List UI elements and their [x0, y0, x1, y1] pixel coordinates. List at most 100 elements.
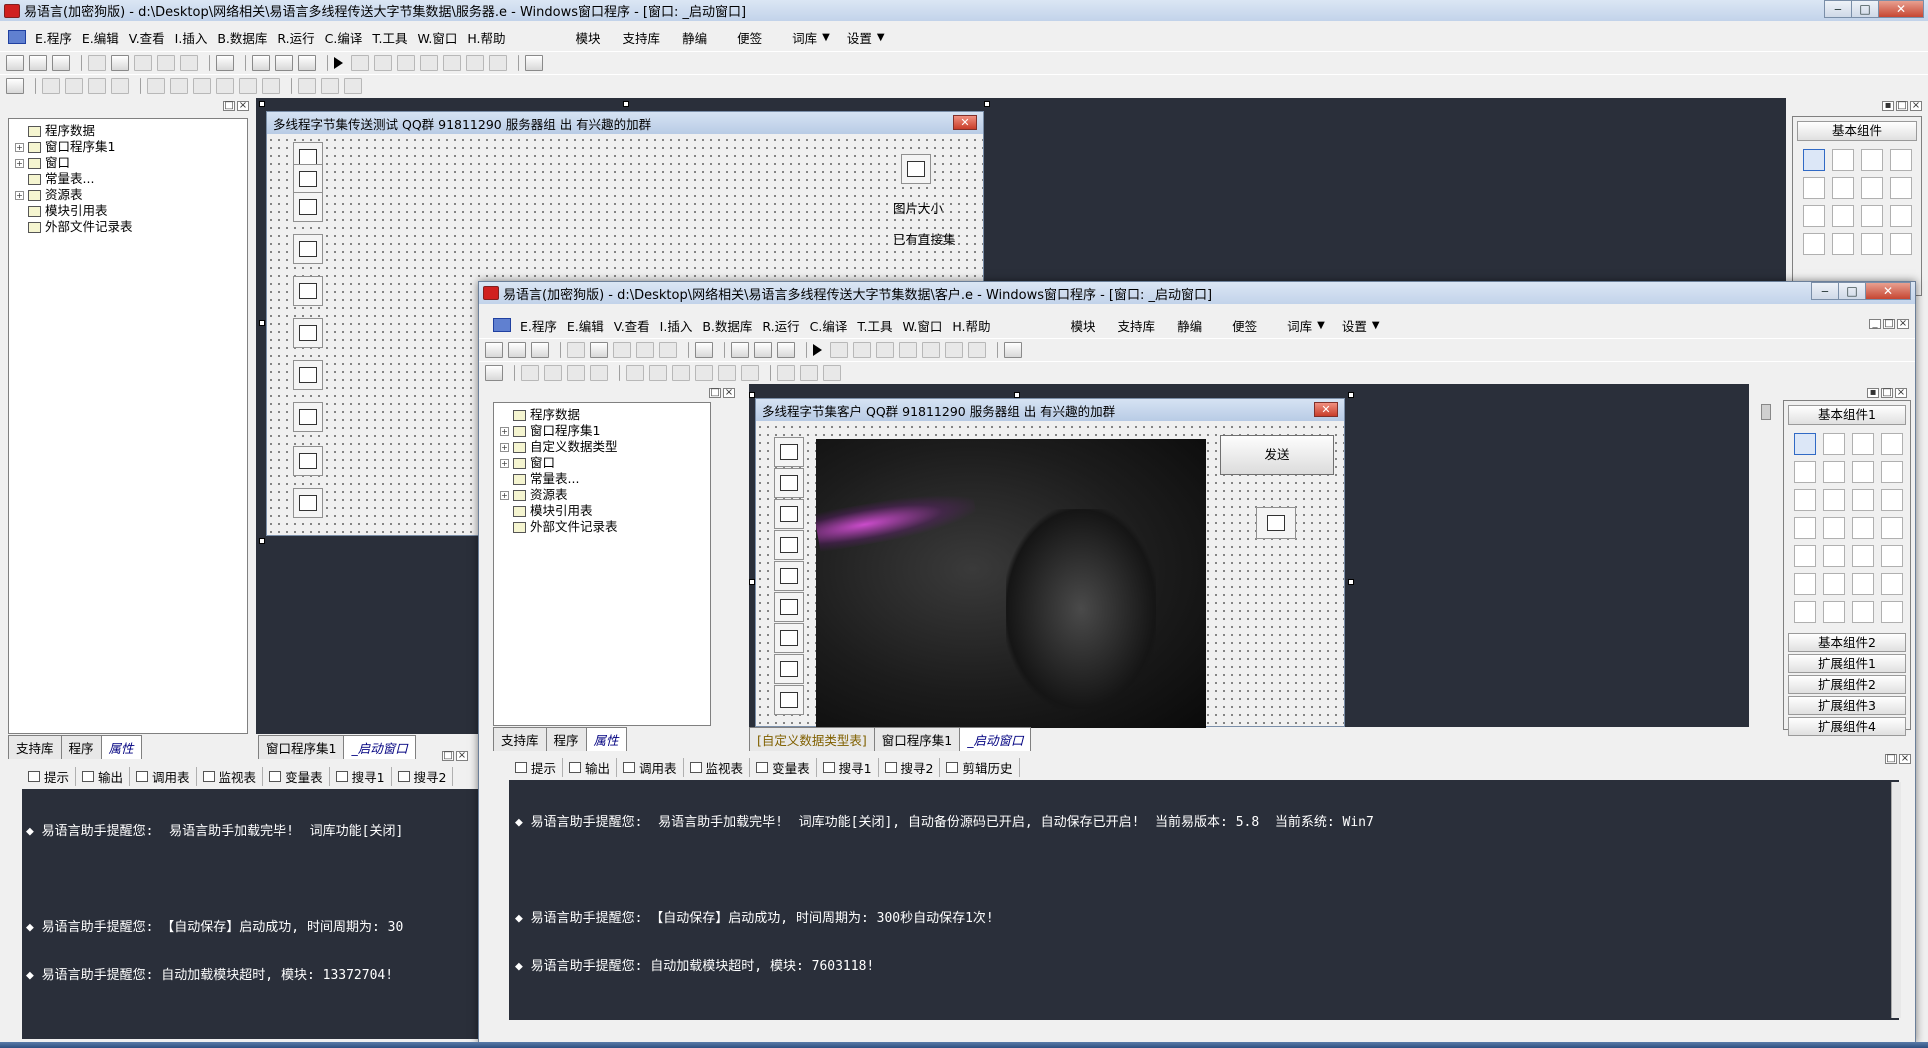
- send-button[interactable]: 发送: [1220, 435, 1334, 475]
- same-size-icon[interactable]: [298, 77, 316, 94]
- frame-tool-icon[interactable]: [1823, 461, 1845, 483]
- tree-root[interactable]: 程序数据: [500, 407, 710, 423]
- copy-icon[interactable]: [111, 54, 129, 71]
- menu-view[interactable]: V.查看: [609, 316, 655, 335]
- tab-search2[interactable]: 搜寻2: [392, 766, 454, 786]
- copy-icon[interactable]: [590, 341, 608, 358]
- same-height-icon[interactable]: [262, 77, 280, 94]
- front-window-titlebar[interactable]: 易语言(加密狗版) - d:\Desktop\网络相关\易语言多线程传送大字节集…: [479, 282, 1915, 304]
- table-tool-icon[interactable]: [1881, 601, 1903, 623]
- step-out-icon[interactable]: [899, 341, 917, 358]
- thread-component[interactable]: [293, 318, 323, 348]
- pin-icon[interactable]: □: [223, 101, 235, 111]
- tree-item[interactable]: + 自定义数据类型: [500, 439, 710, 455]
- open-file-icon[interactable]: [29, 54, 47, 71]
- menu-lexicon[interactable]: 词库: [787, 28, 822, 47]
- section-basic2[interactable]: 基本组件2: [1788, 633, 1906, 652]
- step-icon[interactable]: [374, 54, 392, 71]
- label-tool-icon[interactable]: [1832, 149, 1854, 171]
- picture-box[interactable]: [816, 439, 1206, 728]
- maximize-button[interactable]: □: [1838, 282, 1866, 300]
- checkbox-tool-icon[interactable]: [1794, 489, 1816, 511]
- tab-variables[interactable]: 变量表: [263, 766, 330, 786]
- layout-icon[interactable]: [754, 341, 772, 358]
- thread-component[interactable]: [293, 446, 323, 476]
- menu-lexicon[interactable]: 词库: [1282, 316, 1317, 335]
- tab-search1[interactable]: 搜寻1: [817, 757, 879, 777]
- socket-component[interactable]: [1256, 507, 1296, 539]
- menu-static-compile[interactable]: 静编: [677, 28, 712, 47]
- tree-item[interactable]: 模块引用表: [500, 503, 710, 519]
- minimize-button[interactable]: ‒: [1824, 0, 1852, 18]
- tab-watch[interactable]: 监视表: [197, 766, 264, 786]
- tree-root[interactable]: 程序数据: [15, 123, 247, 139]
- menu-static-compile[interactable]: 静编: [1172, 316, 1207, 335]
- color-tool-icon[interactable]: [1794, 601, 1816, 623]
- section-ext1[interactable]: 扩展组件1: [1788, 654, 1906, 673]
- tab-hint[interactable]: 提示: [509, 757, 564, 777]
- scroll-icon[interactable]: ▪: [1882, 101, 1894, 111]
- tree-item[interactable]: + 窗口程序集1: [500, 423, 710, 439]
- menu-settings[interactable]: 设置: [1337, 316, 1372, 335]
- menu-run[interactable]: R.运行: [757, 316, 804, 335]
- tab-search2[interactable]: 搜寻2: [879, 757, 941, 777]
- close-icon[interactable]: ×: [456, 751, 468, 761]
- layout-icon[interactable]: [298, 54, 316, 71]
- redo-icon[interactable]: [636, 341, 654, 358]
- selection-handle[interactable]: [984, 101, 990, 107]
- restore-icon[interactable]: □: [1883, 319, 1895, 329]
- progress-tool-icon[interactable]: [1890, 233, 1912, 255]
- back-window-titlebar[interactable]: 易语言(加密狗版) - d:\Desktop\网络相关\易语言多线程传送大字节集…: [0, 0, 1928, 21]
- tab-tool-icon[interactable]: [1823, 545, 1845, 567]
- menu-edit[interactable]: E.编辑: [562, 316, 609, 335]
- line-tool-icon[interactable]: [1890, 177, 1912, 199]
- step-over-icon[interactable]: [922, 341, 940, 358]
- menu-help[interactable]: H.帮助: [947, 316, 995, 335]
- menu-window[interactable]: W.窗口: [412, 28, 462, 47]
- thread-component[interactable]: [774, 468, 804, 498]
- new-file-icon[interactable]: [6, 54, 24, 71]
- thread-component[interactable]: [774, 623, 804, 653]
- line-tool-icon[interactable]: [1881, 461, 1903, 483]
- vscroll-tool-icon[interactable]: [1861, 233, 1883, 255]
- thread-component[interactable]: [293, 234, 323, 264]
- selection-handle[interactable]: [749, 392, 755, 398]
- selection-handle[interactable]: [623, 101, 629, 107]
- thread-component[interactable]: [293, 192, 323, 222]
- thread-component[interactable]: [774, 499, 804, 529]
- text-tool-icon[interactable]: [1852, 461, 1874, 483]
- tree-item[interactable]: + 窗口程序集1: [15, 139, 247, 155]
- open-file-icon[interactable]: [508, 341, 526, 358]
- pointer-icon[interactable]: [1794, 433, 1816, 455]
- redo-icon[interactable]: [157, 54, 175, 71]
- tab-watch[interactable]: 监视表: [684, 757, 751, 777]
- run-to-cursor-icon[interactable]: [466, 54, 484, 71]
- fit-icon[interactable]: [823, 364, 841, 381]
- combo-tool-icon[interactable]: [1852, 489, 1874, 511]
- step-icon[interactable]: [853, 341, 871, 358]
- vscroll-tool-icon[interactable]: [1852, 517, 1874, 539]
- timer-tool-icon[interactable]: [1852, 545, 1874, 567]
- folder-tool-icon[interactable]: [1852, 573, 1874, 595]
- thread-component[interactable]: [774, 530, 804, 560]
- menu-tools[interactable]: T.工具: [367, 28, 412, 47]
- workspace-scrollbar[interactable]: [1761, 404, 1771, 420]
- selection-handle[interactable]: [749, 579, 755, 585]
- tab-output[interactable]: 输出: [76, 766, 131, 786]
- space-v-icon[interactable]: [216, 77, 234, 94]
- listview-tool-icon[interactable]: [1803, 233, 1825, 255]
- tab-assembly[interactable]: 窗口程序集1: [873, 727, 961, 751]
- section-ext2[interactable]: 扩展组件2: [1788, 675, 1906, 694]
- minimize-button[interactable]: ‒: [1811, 282, 1839, 300]
- same-width-icon[interactable]: [718, 364, 736, 381]
- picture-tool-icon[interactable]: [1852, 433, 1874, 455]
- thread-component[interactable]: [293, 276, 323, 306]
- lock-icon[interactable]: [321, 77, 339, 94]
- layout-icon[interactable]: [731, 341, 749, 358]
- layout-icon[interactable]: [275, 54, 293, 71]
- editbox-tool-icon[interactable]: [1803, 177, 1825, 199]
- align-left-icon[interactable]: [42, 77, 60, 94]
- section-ext3[interactable]: 扩展组件3: [1788, 696, 1906, 715]
- minimize-icon[interactable]: _: [1869, 319, 1881, 329]
- tab-variables[interactable]: 变量表: [750, 757, 817, 777]
